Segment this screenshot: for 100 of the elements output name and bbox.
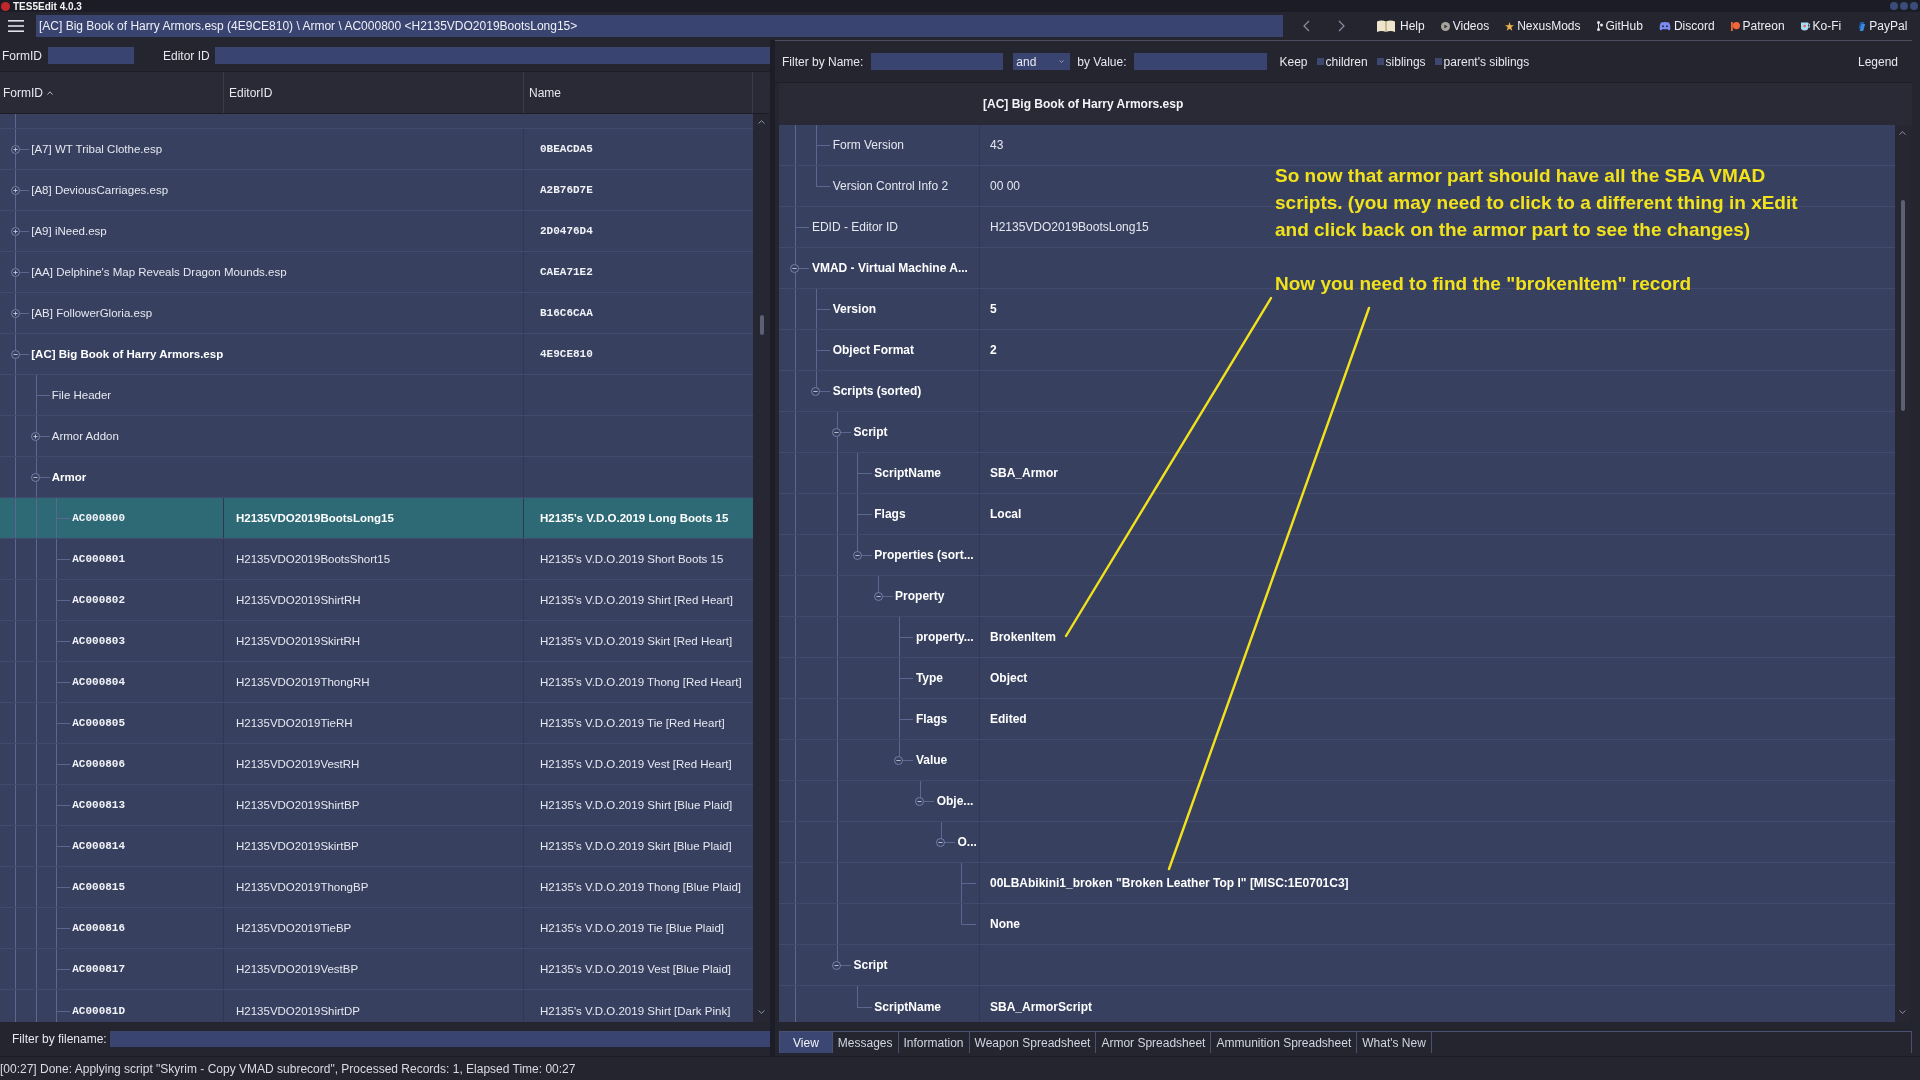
record-row[interactable]: AC000813 H2135VDO2019ShirtBP H2135's V.D.O.2019 Shirt [Blue Plaid]	[0, 785, 753, 826]
path-field[interactable]: [AC] Big Book of Harry Armors.esp (4E9CE810) \ Armor \ AC000800 <H2135VDO2019BootsLong15>	[36, 15, 1283, 37]
field-name[interactable]: Property	[895, 589, 945, 603]
field-name[interactable]: Type	[915, 671, 943, 685]
group-name[interactable]: Armor Addon	[51, 429, 119, 443]
operator-dropdown[interactable]: and	[1013, 53, 1071, 70]
scroll-up-icon[interactable]	[758, 120, 765, 124]
scrollbar-thumb[interactable]	[1900, 200, 1905, 411]
toolbar-link[interactable]: Patreon	[1730, 19, 1785, 33]
record-row[interactable]: AC000806 H2135VDO2019VestRH H2135's V.D.O.2019 Vest [Red Heart]	[0, 744, 753, 785]
tab[interactable]: Messages	[832, 1032, 899, 1053]
collapse-icon[interactable]	[936, 837, 946, 847]
scroll-down-icon[interactable]	[1899, 1010, 1906, 1014]
tab[interactable]: What's New	[1357, 1032, 1432, 1053]
plugin-name[interactable]: [AA] Delphine's Map Reveals Dragon Mounds.esp	[31, 265, 287, 279]
tab[interactable]: Weapon Spreadsheet	[969, 1032, 1097, 1053]
record-row[interactable]: AC000800 H2135VDO2019BootsLong15 H2135's V.D.O.2019 Long Boots 15	[0, 498, 753, 539]
plugin-name[interactable]: [AB] FollowerGloria.esp	[31, 306, 153, 320]
collapse-icon[interactable]	[915, 796, 925, 806]
field-name[interactable]: Scripts (sorted)	[832, 384, 922, 398]
expand-icon[interactable]	[10, 185, 20, 195]
toolbar-link[interactable]: Discord	[1658, 19, 1715, 33]
field-name[interactable]: Obje...	[936, 794, 974, 808]
name-filter-field[interactable]	[871, 53, 1004, 70]
field-name[interactable]: ScriptName	[874, 466, 941, 480]
plugin-name[interactable]: [A8] DeviousCarriages.esp	[31, 183, 169, 197]
toolbar-link[interactable]: Videos	[1440, 19, 1490, 33]
tab[interactable]: Information	[898, 1032, 970, 1053]
field-name[interactable]: ScriptName	[874, 999, 941, 1014]
column-header[interactable]: Name	[524, 72, 753, 113]
toolbar-link[interactable]: Help	[1377, 19, 1425, 33]
record-row[interactable]: AC000801 H2135VDO2019BootsShort15 H2135's V.D.O.2019 Short Boots 15	[0, 539, 753, 580]
expand-icon[interactable]	[10, 267, 20, 277]
group-name[interactable]: Armor	[51, 470, 87, 484]
checkbox[interactable]	[1376, 58, 1384, 65]
expand-icon[interactable]	[10, 226, 20, 236]
filename-filter-field[interactable]	[109, 1031, 770, 1047]
scroll-up-icon[interactable]	[1899, 131, 1906, 135]
record-row[interactable]: AC000815 H2135VDO2019ThongBP H2135's V.D.O.2019 Thong [Blue Plaid]	[0, 867, 753, 908]
record-row[interactable]: AC000814 H2135VDO2019SkirtBP H2135's V.D.O.2019 Skirt [Blue Plaid]	[0, 826, 753, 867]
expand-icon[interactable]	[10, 308, 20, 318]
column-header[interactable]: EditorID	[224, 72, 524, 113]
record-row[interactable]: AC000817 H2135VDO2019VestBP H2135's V.D.O.2019 Vest [Blue Plaid]	[0, 949, 753, 990]
record-row[interactable]: AC000802 H2135VDO2019ShirtRH H2135's V.D.O.2019 Shirt [Red Heart]	[0, 580, 753, 621]
field-name[interactable]: EDID - Editor ID	[811, 220, 898, 234]
value-filter-field[interactable]	[1133, 53, 1267, 70]
toolbar-link[interactable]: PayPal	[1857, 19, 1908, 33]
field-name[interactable]: VMAD - Virtual Machine A...	[811, 261, 968, 275]
column-header[interactable]: FormID	[0, 72, 224, 113]
collapse-icon[interactable]	[811, 386, 821, 396]
field-name[interactable]: Version Control Info 2	[832, 179, 949, 193]
checkbox[interactable]	[1316, 58, 1324, 65]
collapse-icon[interactable]	[790, 263, 800, 273]
expand-icon[interactable]	[10, 144, 20, 154]
field-name[interactable]: Flags	[874, 507, 906, 521]
toolbar-link[interactable]: NexusMods	[1505, 19, 1581, 33]
tab[interactable]: Ammunition Spreadsheet	[1211, 1032, 1358, 1053]
field-name[interactable]: property...	[915, 630, 974, 644]
toolbar-link[interactable]: Ko-Fi	[1800, 19, 1842, 33]
scroll-down-icon[interactable]	[758, 1010, 765, 1014]
legend-button[interactable]: Legend	[1857, 54, 1898, 69]
checkbox-label[interactable]: children	[1325, 54, 1368, 69]
collapse-icon[interactable]	[852, 550, 862, 560]
field-name[interactable]: Version	[832, 302, 877, 316]
field-name[interactable]: Properties (sort...	[874, 548, 974, 562]
plugin-name[interactable]: [A9] iNeed.esp	[31, 224, 107, 238]
checkbox[interactable]	[1434, 58, 1442, 65]
field-name[interactable]: Object Format	[832, 343, 915, 357]
scrollbar-thumb[interactable]	[759, 315, 764, 335]
toolbar-link[interactable]: GitHub	[1596, 19, 1643, 33]
collapse-icon[interactable]	[873, 591, 883, 601]
field-name[interactable]: O...	[957, 835, 977, 849]
field-name[interactable]: Script	[853, 425, 888, 439]
field-name[interactable]: Flags	[915, 712, 948, 726]
collapse-icon[interactable]	[894, 755, 904, 765]
forward-icon[interactable]	[1338, 20, 1345, 32]
record-row[interactable]: AC000805 H2135VDO2019TieRH H2135's V.D.O.2019 Tie [Red Heart]	[0, 703, 753, 744]
checkbox-label[interactable]: parent's siblings	[1443, 54, 1530, 69]
editor-id-field[interactable]	[214, 47, 770, 64]
field-name[interactable]: Value	[915, 753, 948, 767]
record-row[interactable]: AC000804 H2135VDO2019ThongRH H2135's V.D.O.2019 Thong [Red Heart]	[0, 662, 753, 703]
record-row[interactable]: AC000803 H2135VDO2019SkirtRH H2135's V.D.O.2019 Skirt [Red Heart]	[0, 621, 753, 662]
record-row[interactable]: AC000816 H2135VDO2019TieBP H2135's V.D.O.2019 Tie [Blue Plaid]	[0, 908, 753, 949]
collapse-icon[interactable]	[31, 472, 40, 482]
plugin-name[interactable]: [AC] Big Book of Harry Armors.esp	[31, 347, 224, 361]
checkbox-label[interactable]: siblings	[1385, 54, 1426, 69]
plugin-name[interactable]: [A7] WT Tribal Clothe.esp	[31, 142, 163, 156]
group-name[interactable]: File Header	[51, 388, 112, 402]
field-name[interactable]: Script	[853, 958, 888, 972]
field-name[interactable]: Form Version	[832, 138, 905, 152]
tab[interactable]: Armor Spreadsheet	[1096, 1032, 1212, 1053]
collapse-icon[interactable]	[10, 349, 20, 359]
form-id-field[interactable]	[48, 47, 134, 64]
back-icon[interactable]	[1303, 20, 1310, 32]
collapse-icon[interactable]	[832, 960, 842, 970]
tab[interactable]: View	[780, 1032, 833, 1053]
menu-icon[interactable]	[8, 20, 24, 32]
record-row[interactable]: AC00081D H2135VDO2019ShirtDP H2135's V.D.O.2019 Shirt [Dark Pink]	[0, 990, 753, 1022]
collapse-icon[interactable]	[832, 427, 842, 437]
expand-icon[interactable]	[31, 431, 40, 441]
